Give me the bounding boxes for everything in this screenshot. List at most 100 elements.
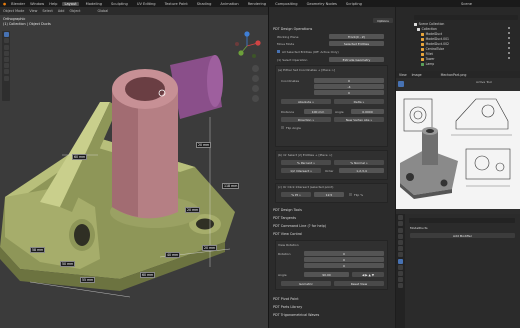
- flip-percent-checkbox[interactable]: [349, 193, 352, 196]
- outliner-item[interactable]: CentralTube: [421, 47, 444, 52]
- rotation-x-field[interactable]: 0: [304, 251, 384, 256]
- coordinate-z-field[interactable]: 0: [314, 90, 384, 95]
- panel-header-tangents[interactable]: PDT Tangents: [273, 216, 296, 220]
- workspace-tab-scripting[interactable]: Scripting: [344, 2, 364, 6]
- flip-angle-label: Flip Angle: [286, 125, 301, 130]
- rotation-y-field[interactable]: 0: [304, 257, 384, 262]
- properties-search-input[interactable]: [409, 218, 515, 223]
- isometric-button[interactable]: Isometric: [281, 281, 331, 286]
- outliner-item[interactable]: ModelDuct: [421, 32, 442, 37]
- select-operation-dropdown[interactable]: Extrude Geometry: [329, 57, 384, 62]
- panel-header-command-line[interactable]: PDT Command Line (? for help): [273, 224, 326, 228]
- percent-point-button[interactable]: % Pt »: [281, 192, 311, 197]
- distance-field[interactable]: 100 mm: [304, 109, 332, 114]
- visibility-eye-icon[interactable]: [508, 57, 511, 60]
- particles-tab-icon[interactable]: [398, 264, 403, 270]
- visibility-eye-icon[interactable]: [508, 52, 511, 55]
- workspace-tab-modeling[interactable]: Modeling: [84, 2, 104, 6]
- workspace-tab-uv-editing[interactable]: UV Editing: [135, 2, 158, 6]
- rotate-view-buttons[interactable]: ◀ ▶ ▲ ▼: [352, 272, 384, 277]
- dimension-label: 20 mm: [202, 245, 218, 251]
- scene-tab-icon[interactable]: [398, 239, 403, 245]
- outliner-search-input[interactable]: [414, 15, 518, 20]
- order-dropdown[interactable]: 1,2,3,4: [339, 168, 384, 173]
- menu-item-help[interactable]: Help: [49, 2, 57, 6]
- outliner-item[interactable]: ModelDuct.002: [421, 42, 449, 47]
- click-intersect-title: (c) Or Click Intersect (selected point): [278, 185, 334, 189]
- outliner-item[interactable]: Fillet: [421, 52, 433, 57]
- rotation-z-field[interactable]: 0: [304, 263, 384, 268]
- constraints-tab-icon[interactable]: [398, 277, 403, 283]
- object-icon: [421, 38, 424, 41]
- object-tab-icon[interactable]: [398, 252, 403, 258]
- modifier-tab-icon[interactable]: [398, 258, 403, 264]
- scene-selector[interactable]: Scene: [461, 2, 472, 6]
- select-tool-icon[interactable]: [398, 81, 404, 87]
- flip-percent-label: Flip %: [354, 192, 364, 197]
- coordinate-x-field[interactable]: 0: [314, 78, 384, 83]
- visibility-eye-icon[interactable]: [508, 42, 511, 45]
- absolute-button[interactable]: Absolute »: [281, 99, 331, 104]
- tool-tab-icon[interactable]: [398, 215, 403, 221]
- outliner-item[interactable]: Collection: [417, 27, 437, 32]
- workspace-tab-texture-paint[interactable]: Texture Paint: [163, 2, 190, 6]
- workspace-tab-rendering[interactable]: Rendering: [246, 2, 268, 6]
- outliner-item[interactable]: Tower: [421, 57, 435, 62]
- delta-button[interactable]: Delta »: [334, 99, 384, 104]
- menu-item-file[interactable]: Blender: [11, 2, 25, 6]
- active-tool-label: Active Tool: [476, 80, 493, 84]
- percent-button[interactable]: % Percent »: [281, 160, 331, 165]
- workspace-tab-shading[interactable]: Shading: [195, 2, 214, 6]
- options-button[interactable]: Options: [373, 18, 393, 23]
- move-mode-dropdown[interactable]: Selected Entities: [329, 41, 384, 46]
- workspace-tab-compositing[interactable]: Compositing: [273, 2, 300, 6]
- workspace-tab-layout[interactable]: Layout: [62, 1, 79, 6]
- panel-header-pdt-design[interactable]: PDT Design Operations: [273, 27, 312, 31]
- physics-tab-icon[interactable]: [398, 270, 403, 276]
- image-view-menu[interactable]: View: [399, 73, 407, 77]
- move-mode-label: Move Mode: [277, 42, 295, 46]
- visibility-eye-icon[interactable]: [508, 27, 511, 30]
- working-plane-dropdown[interactable]: Front(X - Z): [329, 34, 384, 39]
- output-tab-icon[interactable]: [398, 227, 403, 233]
- panel-header-pivot-point[interactable]: PDT Pivot Point: [273, 297, 299, 301]
- workspace-tab-animation[interactable]: Animation: [218, 2, 240, 6]
- object-name-label: ModelDucts: [410, 226, 428, 230]
- direction-button[interactable]: Direction »: [281, 117, 331, 122]
- percent-value-field[interactable]: 12.5: [314, 192, 344, 197]
- world-tab-icon[interactable]: [398, 246, 403, 252]
- all-selected-checkbox[interactable]: [277, 50, 280, 53]
- image-name-field[interactable]: MechanPart.png: [441, 73, 467, 77]
- image-menu[interactable]: Image: [412, 73, 422, 77]
- panel-header-design-tools[interactable]: PDT Design Tools: [273, 208, 302, 212]
- mechanical-part-model[interactable]: [0, 7, 268, 328]
- all-selected-label: All Selected Entities (Off: Active Only): [282, 49, 339, 54]
- reset-view-button[interactable]: Reset View: [334, 281, 384, 286]
- new-vertex-button[interactable]: New Vertex Abs »: [334, 117, 384, 122]
- normal-button[interactable]: % Normal »: [334, 160, 384, 165]
- angle-field[interactable]: 0.0000: [351, 109, 384, 114]
- data-tab-icon[interactable]: [398, 283, 403, 289]
- intersect-button[interactable]: 1/2 Intersect »: [281, 168, 321, 173]
- outliner-item[interactable]: ModelDuct.001: [421, 37, 449, 42]
- render-tab-icon[interactable]: [398, 221, 403, 227]
- outliner-item[interactable]: Scene Collection: [414, 22, 444, 27]
- panel-header-trig-waves[interactable]: PDT Trigonometrical Waves: [273, 313, 319, 317]
- panel-header-parts-library[interactable]: PDT Parts Library: [273, 305, 302, 309]
- view-layer-tab-icon[interactable]: [398, 233, 403, 239]
- workspace-tab-sculpting[interactable]: Sculpting: [109, 2, 130, 6]
- visibility-eye-icon[interactable]: [508, 37, 511, 40]
- flip-angle-checkbox[interactable]: [281, 126, 284, 129]
- workspace-tab-geometry-nodes[interactable]: Geometry Nodes: [305, 2, 339, 6]
- outliner-item[interactable]: Lamp: [421, 62, 434, 67]
- menu-item-window[interactable]: Window: [30, 2, 44, 6]
- blender-logo-icon[interactable]: ●: [3, 2, 6, 6]
- angle2-field[interactable]: 90.00: [304, 272, 349, 277]
- 3d-viewport[interactable]: Object Mode View Select Add Object Globa…: [0, 7, 268, 328]
- add-modifier-button[interactable]: Add Modifier: [410, 233, 515, 238]
- visibility-eye-icon[interactable]: [508, 47, 511, 50]
- coordinate-y-field[interactable]: -4: [314, 84, 384, 89]
- visibility-eye-icon[interactable]: [508, 32, 511, 35]
- order-label: Order: [325, 169, 334, 173]
- panel-header-view-control[interactable]: PDT View Control: [273, 232, 302, 236]
